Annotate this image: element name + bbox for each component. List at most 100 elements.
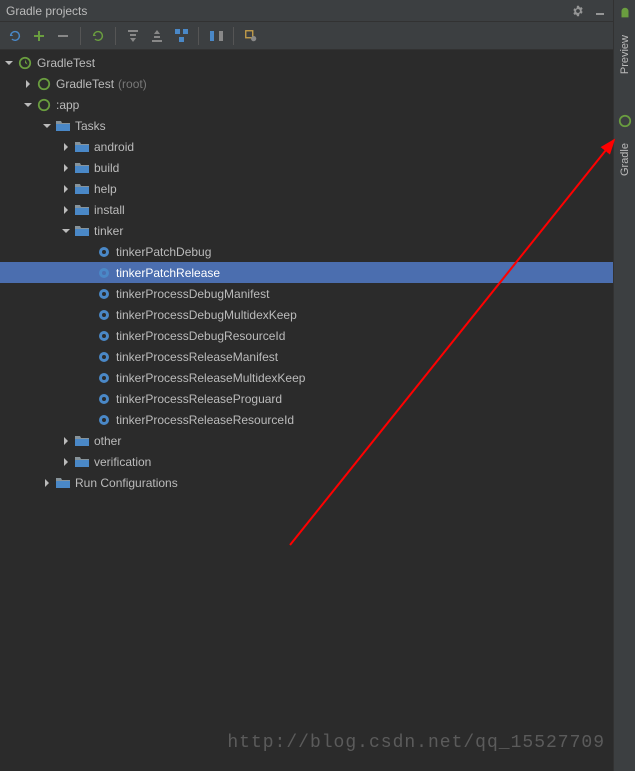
toolbar-separator xyxy=(115,27,116,45)
task-icon xyxy=(96,349,112,365)
task-item[interactable]: tinkerProcessDebugResourceId xyxy=(0,325,613,346)
gradle-icon xyxy=(36,76,52,92)
gradle-icon xyxy=(17,55,33,71)
task-icon xyxy=(96,412,112,428)
chevron-right-icon[interactable] xyxy=(58,160,74,176)
toolbar-separator xyxy=(80,27,81,45)
tree-label: build xyxy=(94,161,119,175)
tree-folder[interactable]: android xyxy=(0,136,613,157)
right-sidebar: Preview Gradle xyxy=(613,0,635,771)
tree-label: install xyxy=(94,203,125,217)
tree-label: GradleTest xyxy=(56,77,114,91)
tree-folder[interactable]: verification xyxy=(0,451,613,472)
folder-icon xyxy=(74,223,90,239)
tree-label: help xyxy=(94,182,117,196)
chevron-right-icon[interactable] xyxy=(58,454,74,470)
chevron-down-icon[interactable] xyxy=(39,118,55,134)
tree-label: tinkerPatchDebug xyxy=(116,245,211,259)
show-dependencies-button[interactable] xyxy=(170,25,192,47)
folder-icon xyxy=(74,139,90,155)
tree-project-root[interactable]: GradleTest xyxy=(0,52,613,73)
tree-label: android xyxy=(94,140,134,154)
task-item[interactable]: tinkerProcessDebugManifest xyxy=(0,283,613,304)
offline-button[interactable] xyxy=(205,25,227,47)
tree-folder[interactable]: build xyxy=(0,157,613,178)
folder-icon xyxy=(55,118,71,134)
task-icon xyxy=(96,265,112,281)
toolbar-separator xyxy=(233,27,234,45)
task-icon xyxy=(96,307,112,323)
task-icon xyxy=(96,391,112,407)
chevron-down-icon[interactable] xyxy=(58,223,74,239)
tree-folder[interactable]: other xyxy=(0,430,613,451)
tree-run-configurations[interactable]: Run Configurations xyxy=(0,472,613,493)
tree-module[interactable]: GradleTest (root) xyxy=(0,73,613,94)
toolbar-separator xyxy=(198,27,199,45)
refresh-button[interactable] xyxy=(4,25,26,47)
add-button[interactable] xyxy=(28,25,50,47)
tab-label: Preview xyxy=(619,35,631,74)
tree-label: other xyxy=(94,434,121,448)
settings-button[interactable] xyxy=(240,25,262,47)
tree-folder[interactable]: help xyxy=(0,178,613,199)
toolbar xyxy=(0,22,613,50)
folder-icon xyxy=(55,475,71,491)
tree-label: GradleTest xyxy=(37,56,95,70)
remove-button[interactable] xyxy=(52,25,74,47)
chevron-right-icon[interactable] xyxy=(58,181,74,197)
chevron-down-icon[interactable] xyxy=(20,97,36,113)
android-icon xyxy=(618,6,632,23)
tree-tasks[interactable]: Tasks xyxy=(0,115,613,136)
tree-label: :app xyxy=(56,98,79,112)
chevron-right-icon[interactable] xyxy=(58,433,74,449)
tree-folder-tinker[interactable]: tinker xyxy=(0,220,613,241)
task-item[interactable]: tinkerProcessReleaseMultidexKeep xyxy=(0,367,613,388)
task-icon xyxy=(96,328,112,344)
tree-module-app[interactable]: :app xyxy=(0,94,613,115)
module-suffix: (root) xyxy=(118,77,147,91)
execute-button[interactable] xyxy=(87,25,109,47)
tab-label: Gradle xyxy=(619,143,631,176)
panel-titlebar: Gradle projects xyxy=(0,0,613,22)
tree-label: tinkerProcessReleaseManifest xyxy=(116,350,278,364)
gradle-tree[interactable]: GradleTest GradleTest (root) :app Tasks xyxy=(0,50,613,771)
tree-label: tinkerProcessDebugResourceId xyxy=(116,329,285,343)
task-item[interactable]: tinkerProcessReleaseProguard xyxy=(0,388,613,409)
task-item[interactable]: tinkerProcessReleaseManifest xyxy=(0,346,613,367)
folder-icon xyxy=(74,160,90,176)
task-icon xyxy=(96,370,112,386)
chevron-right-icon[interactable] xyxy=(58,139,74,155)
tree-label: tinkerPatchRelease xyxy=(116,266,220,280)
task-icon xyxy=(96,244,112,260)
tab-gradle[interactable]: Gradle xyxy=(617,139,633,180)
chevron-right-icon[interactable] xyxy=(58,202,74,218)
task-icon xyxy=(96,286,112,302)
task-item[interactable]: tinkerProcessReleaseResourceId xyxy=(0,409,613,430)
gradle-panel: Gradle projects xyxy=(0,0,613,771)
folder-icon xyxy=(74,202,90,218)
chevron-right-icon[interactable] xyxy=(20,76,36,92)
tree-folder[interactable]: install xyxy=(0,199,613,220)
tree-label: tinker xyxy=(94,224,123,238)
gradle-icon xyxy=(618,114,632,131)
tab-preview[interactable]: Preview xyxy=(617,31,633,78)
chevron-down-icon[interactable] xyxy=(1,55,17,71)
folder-icon xyxy=(74,181,90,197)
gradle-icon xyxy=(36,97,52,113)
collapse-all-button[interactable] xyxy=(146,25,168,47)
panel-title: Gradle projects xyxy=(6,4,571,18)
gear-icon[interactable] xyxy=(571,4,585,18)
tree-label: tinkerProcessReleaseProguard xyxy=(116,392,282,406)
tree-label: tinkerProcessDebugManifest xyxy=(116,287,269,301)
task-item[interactable]: tinkerPatchDebug xyxy=(0,241,613,262)
folder-icon xyxy=(74,433,90,449)
tree-label: verification xyxy=(94,455,151,469)
chevron-right-icon[interactable] xyxy=(39,475,55,491)
expand-all-button[interactable] xyxy=(122,25,144,47)
minimize-icon[interactable] xyxy=(593,4,607,18)
folder-icon xyxy=(74,454,90,470)
task-item[interactable]: tinkerProcessDebugMultidexKeep xyxy=(0,304,613,325)
task-item-selected[interactable]: tinkerPatchRelease xyxy=(0,262,613,283)
tree-label: Tasks xyxy=(75,119,106,133)
tree-label: tinkerProcessReleaseResourceId xyxy=(116,413,294,427)
